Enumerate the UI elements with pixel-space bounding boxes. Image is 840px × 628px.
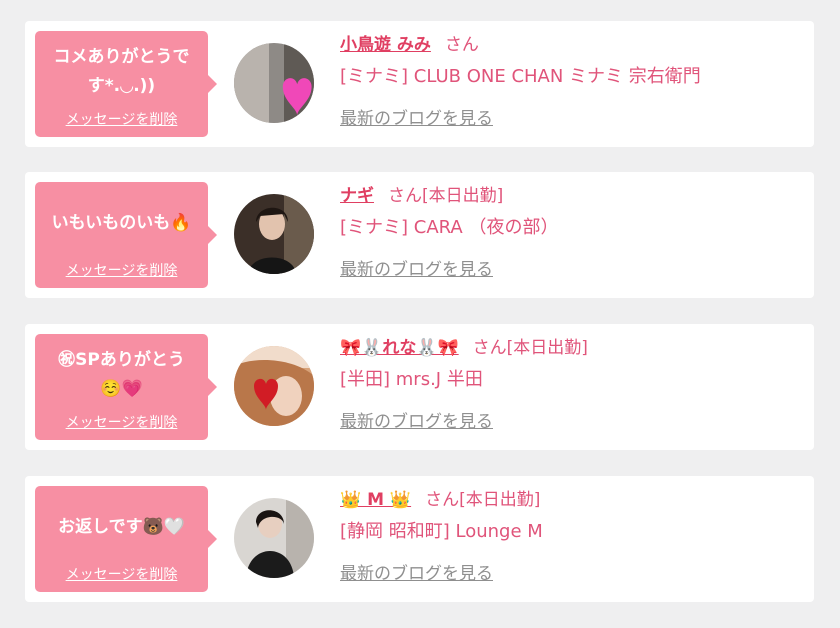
shop-label: [半田] mrs.J 半田 — [340, 369, 483, 390]
sender-name-link[interactable]: 🎀🐰れな🐰🎀 — [340, 338, 459, 358]
latest-blog-link[interactable]: 最新のブログを見る — [340, 559, 493, 584]
sender-info: 👑 M 👑 さん[本日出勤] [静岡 昭和町] Lounge M 最新のブログを見… — [340, 486, 804, 584]
message-card: いもいものいも🔥 メッセージを削除 ナギ さん[本日出勤] [ミナミ] CARA … — [25, 172, 814, 298]
message-text: いもいものいも🔥 — [51, 212, 192, 233]
sender-info: ナギ さん[本日出勤] [ミナミ] CARA （夜の部） 最新のブログを見る — [340, 182, 804, 280]
delete-message-link[interactable]: メッセージを削除 — [66, 412, 178, 440]
avatar[interactable] — [234, 346, 314, 426]
name-suffix: さん[本日出勤] — [425, 490, 541, 510]
message-bubble: いもいものいも🔥 メッセージを削除 — [35, 182, 217, 288]
message-card: お返しです🐻🤍 メッセージを削除 👑 M 👑 さん[本日出勤] [静岡 昭和町] … — [25, 476, 814, 602]
shop-label: [ミナミ] CARA （夜の部） — [340, 217, 559, 238]
latest-blog-link[interactable]: 最新のブログを見る — [340, 255, 493, 280]
shop-label: [静岡 昭和町] Lounge M — [340, 521, 543, 542]
sender-info: 🎀🐰れな🐰🎀 さん[本日出勤] [半田] mrs.J 半田 最新のブログを見る — [340, 334, 804, 432]
sender-name-link[interactable]: 小鳥遊 みみ — [340, 35, 431, 55]
latest-blog-link[interactable]: 最新のブログを見る — [340, 407, 493, 432]
delete-message-link[interactable]: メッセージを削除 — [66, 109, 178, 137]
name-suffix: さん[本日出勤] — [472, 338, 588, 358]
delete-message-link[interactable]: メッセージを削除 — [66, 564, 178, 592]
avatar[interactable] — [234, 194, 314, 274]
message-text: コメありがとうで す*.◡.)) — [53, 47, 190, 96]
delete-message-link[interactable]: メッセージを削除 — [66, 260, 178, 288]
sender-name-link[interactable]: ナギ — [340, 186, 374, 206]
message-bubble: ㊗SPありがとう ☺️💗 メッセージを削除 — [35, 334, 217, 440]
message-text: お返しです🐻🤍 — [58, 516, 185, 537]
name-suffix: さん — [444, 35, 479, 55]
shop-label: [ミナミ] CLUB ONE CHAN ミナミ 宗右衛門 — [340, 66, 701, 87]
message-list: コメありがとうで す*.◡.)) メッセージを削除 小鳥遊 みみ さん [ミナミ]… — [0, 0, 840, 628]
message-text: ㊗SPありがとう ☺️💗 — [58, 350, 185, 399]
message-bubble: お返しです🐻🤍 メッセージを削除 — [35, 486, 217, 592]
name-suffix: さん[本日出勤] — [388, 186, 504, 206]
message-bubble: コメありがとうで す*.◡.)) メッセージを削除 — [35, 31, 217, 137]
message-card: コメありがとうで す*.◡.)) メッセージを削除 小鳥遊 みみ さん [ミナミ]… — [25, 21, 814, 147]
avatar[interactable] — [234, 498, 314, 578]
message-card: ㊗SPありがとう ☺️💗 メッセージを削除 🎀🐰れな🐰🎀 さん[本日出勤] [半田… — [25, 324, 814, 450]
sender-name-link[interactable]: 👑 M 👑 — [340, 490, 411, 510]
sender-info: 小鳥遊 みみ さん [ミナミ] CLUB ONE CHAN ミナミ 宗右衛門 最新… — [340, 31, 804, 129]
latest-blog-link[interactable]: 最新のブログを見る — [340, 104, 493, 129]
avatar[interactable] — [234, 43, 314, 123]
